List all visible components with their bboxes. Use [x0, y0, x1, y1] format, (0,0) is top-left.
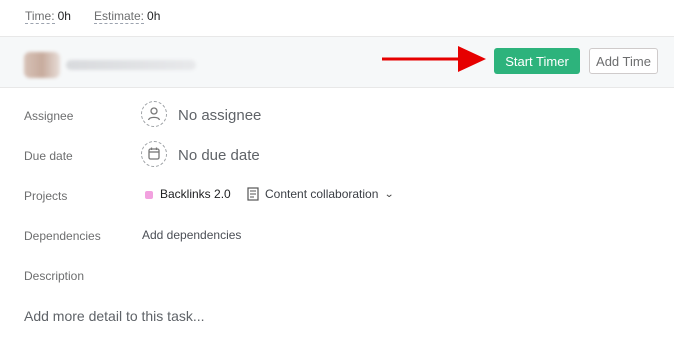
assignee-value[interactable]: No assignee — [178, 107, 261, 124]
time-stat[interactable]: Time: 0h — [25, 9, 71, 24]
dependencies-label: Dependencies — [24, 229, 101, 243]
due-date-value[interactable]: No due date — [178, 147, 260, 164]
avatar — [24, 52, 60, 78]
project-name[interactable]: Backlinks 2.0 — [160, 187, 231, 201]
section-name[interactable]: Content collaboration — [265, 187, 378, 201]
description-label: Description — [24, 269, 85, 283]
assignee-label: Assignee — [24, 109, 74, 123]
blurred-user-name — [66, 60, 196, 70]
due-date-label: Due date — [24, 149, 73, 163]
estimate-stat[interactable]: Estimate: 0h — [94, 9, 161, 24]
task-stats-row: Time: 0h Estimate: 0h — [0, 0, 674, 36]
estimate-label: Estimate: — [94, 9, 145, 24]
add-time-button[interactable]: Add Time — [589, 48, 658, 74]
time-value: 0h — [57, 9, 71, 23]
chevron-down-icon[interactable]: ⌄ — [384, 189, 394, 200]
projects-label: Projects — [24, 189, 68, 203]
document-icon — [247, 187, 259, 201]
start-timer-button[interactable]: Start Timer — [494, 48, 580, 74]
add-dependencies-link[interactable]: Add dependencies — [142, 228, 241, 242]
time-label: Time: — [25, 9, 55, 24]
description-input[interactable]: Add more detail to this task... — [24, 308, 205, 324]
estimate-value: 0h — [147, 9, 161, 23]
red-arrow-annotation — [382, 46, 486, 72]
calendar-icon[interactable] — [141, 141, 167, 167]
project-color-dot — [145, 191, 153, 199]
user-icon[interactable] — [141, 101, 167, 127]
